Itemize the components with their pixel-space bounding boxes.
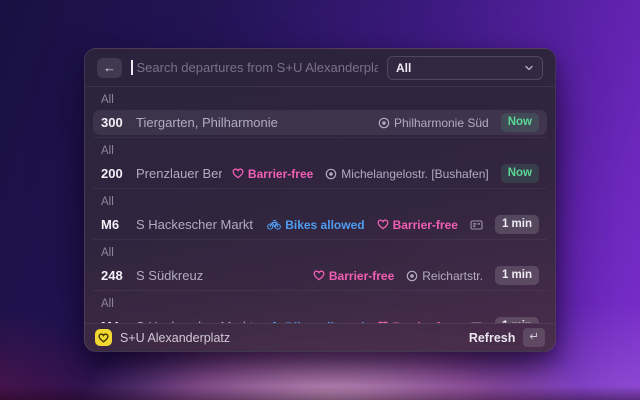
footer-bar: S+U Alexanderplatz Refresh ↵ <box>85 323 555 351</box>
barrier-free-tag: Barrier-free <box>313 269 394 283</box>
refresh-action[interactable]: Refresh <box>469 331 516 345</box>
departure-row-m4[interactable]: M4 S Hackescher Markt Bikes allowed Barr… <box>93 314 547 323</box>
list-section: All 248 S Südkreuz Barrier-free Reichart… <box>93 239 547 290</box>
direction: Reichartstr. <box>406 269 483 283</box>
destination: S Südkreuz <box>136 268 204 283</box>
back-arrow-icon: ← <box>103 60 116 75</box>
direction: Philharmonie Süd <box>378 116 489 130</box>
departure-board-icon <box>470 219 483 231</box>
bikes-allowed-label: Bikes allowed <box>285 217 365 232</box>
direction-label: Michelangelostr. [Bushafen] <box>341 166 489 181</box>
section-header: All <box>101 145 114 157</box>
departure-row-300[interactable]: 300 Tiergarten, Philharmonie Philharmoni… <box>93 110 547 135</box>
barrier-free-label: Barrier-free <box>328 268 395 283</box>
direction-label: Philharmonie Süd <box>393 115 489 130</box>
direction-target-icon <box>406 270 418 282</box>
bvg-app-icon <box>95 329 112 346</box>
list-section: All 300 Tiergarten, Philharmonie Philhar… <box>93 87 547 137</box>
departure-time-badge: Now <box>500 164 539 183</box>
text-cursor <box>131 60 133 75</box>
section-header: All <box>101 247 114 259</box>
heart-icon <box>377 219 389 230</box>
departures-window: ← All All 300 Tiergarten, Philharmonie <box>84 48 556 352</box>
departure-row-248[interactable]: 248 S Südkreuz Barrier-free Reichartstr. <box>93 263 547 288</box>
list-section: All 200 Prenzlauer Berg, Michelangelostr… <box>93 137 547 188</box>
line-number: 300 <box>101 115 123 130</box>
barrier-free-tag: Barrier-free <box>232 167 313 181</box>
destination: Tiergarten, Philharmonie <box>136 115 278 130</box>
heart-icon <box>232 168 244 179</box>
search-header: ← All <box>85 49 555 87</box>
barrier-free-tag: Barrier-free <box>377 218 458 232</box>
filter-dropdown-value: All <box>396 60 412 75</box>
list-section: All M6 S Hackescher Markt Bikes allowed <box>93 188 547 239</box>
back-button[interactable]: ← <box>97 57 122 78</box>
line-number: 200 <box>101 166 123 181</box>
destination: S Hackescher Markt <box>136 217 254 232</box>
barrier-free-label: Barrier-free <box>392 217 458 232</box>
departure-time-badge: 1 min <box>494 215 539 234</box>
departure-row-200[interactable]: 200 Prenzlauer Berg, Michelangelostr. Ba… <box>93 161 547 186</box>
chevron-down-icon <box>524 63 534 73</box>
return-key-icon: ↵ <box>523 328 545 347</box>
filter-dropdown[interactable]: All <box>387 55 543 80</box>
footer-station-label: S+U Alexanderplatz <box>120 330 231 345</box>
line-number: 248 <box>101 268 123 283</box>
departures-list: All 300 Tiergarten, Philharmonie Philhar… <box>85 87 555 323</box>
direction: Michelangelostr. [Bushafen] <box>325 166 489 181</box>
departure-time-badge: Now <box>500 113 539 132</box>
line-number: M6 <box>101 217 120 232</box>
direction-target-icon <box>325 168 337 180</box>
departure-time-badge: 1 min <box>494 266 539 285</box>
section-header: All <box>101 94 114 106</box>
direction-target-icon <box>378 117 390 129</box>
bikes-allowed-tag: Bikes allowed <box>267 217 365 232</box>
list-section: All M4 S Hackescher Markt Bikes allowed <box>93 290 547 323</box>
bicycle-icon <box>267 219 282 230</box>
direction-label: Reichartstr. <box>422 268 483 283</box>
section-header: All <box>101 196 114 208</box>
section-header: All <box>101 298 114 310</box>
departure-row-m6[interactable]: M6 S Hackescher Markt Bikes allowed Barr… <box>93 212 547 237</box>
destination: Prenzlauer Berg, Michelangelostr. <box>136 166 222 181</box>
search-input[interactable] <box>136 60 378 75</box>
heart-icon <box>313 270 325 281</box>
barrier-free-label: Barrier-free <box>247 166 314 181</box>
